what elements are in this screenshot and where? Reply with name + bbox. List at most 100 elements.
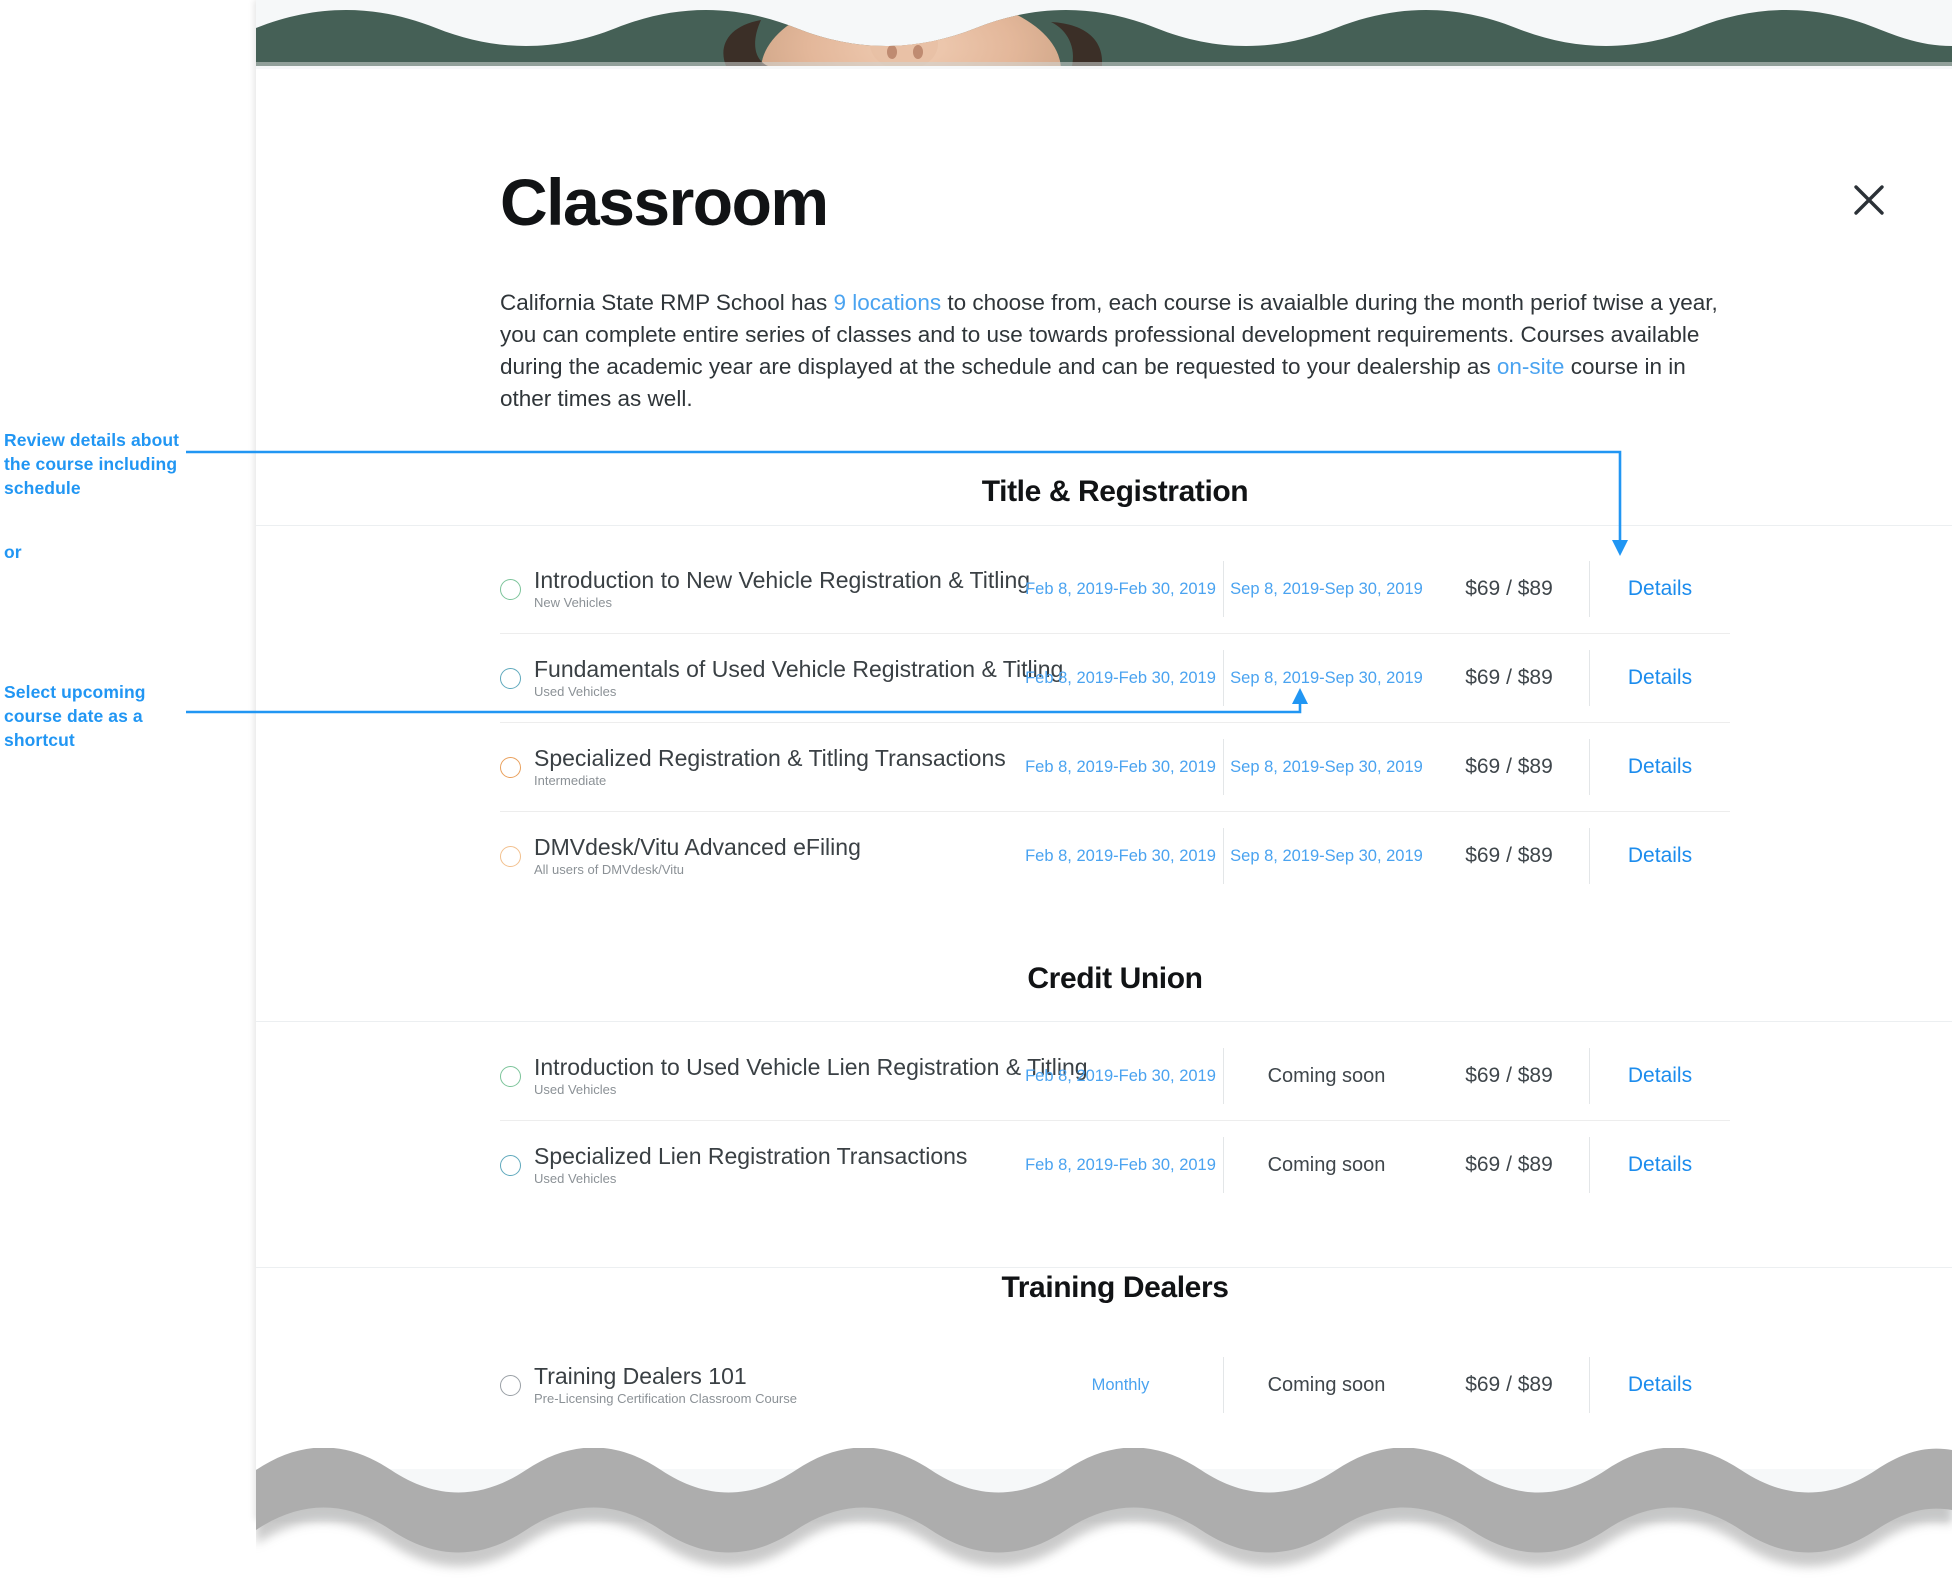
course-date-primary[interactable]: Feb 8, 2019-Feb 30, 2019: [1018, 1156, 1223, 1175]
circle-icon: [500, 1374, 521, 1396]
course-subtitle: Intermediate: [534, 772, 607, 788]
course-price: $69 / $89: [1465, 1373, 1553, 1396]
course-status-circle[interactable]: [500, 1374, 534, 1396]
table-row[interactable]: Specialized Registration & Titling Trans…: [500, 723, 1730, 812]
course-title: DMVdesk/Vitu Advanced eFiling: [534, 833, 861, 860]
details-link[interactable]: Details: [1590, 844, 1730, 868]
hero-banner: [256, 0, 1952, 66]
section-title: Title & Registration: [981, 475, 1249, 508]
course-date-secondary[interactable]: Sep 8, 2019-Sep 30, 2019: [1224, 758, 1429, 777]
course-date-primary[interactable]: Feb 8, 2019-Feb 30, 2019: [1018, 758, 1223, 777]
close-icon[interactable]: [1846, 177, 1892, 223]
section-title: Training Dealers: [1001, 1271, 1229, 1304]
course-price: $69 / $89: [1465, 1064, 1553, 1087]
browser-frame: Classroom California State RMP School ha…: [256, 0, 1952, 1567]
course-status-circle[interactable]: [500, 1065, 534, 1087]
course-price: $69 / $89: [1465, 1153, 1553, 1176]
circle-icon: [500, 578, 521, 600]
course-price: $69 / $89: [1465, 666, 1553, 689]
course-subtitle: Pre-Licensing Certification Classroom Co…: [534, 1390, 797, 1406]
course-subtitle: Used Vehicles: [534, 683, 617, 699]
section-divider: [256, 525, 1952, 526]
course-name-cell: Specialized Lien Registration Transactio…: [534, 1142, 1018, 1187]
course-status-circle[interactable]: [500, 667, 534, 689]
locations-link[interactable]: 9 locations: [834, 290, 942, 315]
course-title: Specialized Registration & Titling Trans…: [534, 744, 1006, 771]
onsite-link[interactable]: on-site: [1497, 354, 1565, 379]
course-sections: Title & Registration Introduction to New …: [500, 475, 1730, 1429]
circle-icon: [500, 1154, 521, 1176]
course-status-text: Coming soon: [1267, 1373, 1386, 1396]
details-link[interactable]: Details: [1590, 1064, 1730, 1088]
table-row[interactable]: DMVdesk/Vitu Advanced eFiling All users o…: [500, 812, 1730, 900]
table-row[interactable]: Introduction to Used Vehicle Lien Regist…: [500, 1032, 1730, 1121]
details-link[interactable]: Details: [1590, 755, 1730, 779]
course-name-cell: DMVdesk/Vitu Advanced eFiling All users o…: [534, 833, 1018, 878]
course-subtitle: Used Vehicles: [534, 1170, 617, 1186]
bottom-wave-graphic: [256, 1448, 1952, 1567]
course-name-cell: Training Dealers 101 Pre-Licensing Certif…: [534, 1362, 1018, 1407]
course-table: Introduction to New Vehicle Registration…: [500, 545, 1730, 900]
details-link[interactable]: Details: [1590, 577, 1730, 601]
course-name-cell: Specialized Registration & Titling Trans…: [534, 744, 1018, 789]
section-divider: [256, 1021, 1952, 1022]
bottom-wave-decoration: [256, 1448, 1952, 1595]
details-link[interactable]: Details: [1590, 666, 1730, 690]
course-price: $69 / $89: [1465, 577, 1553, 600]
table-row[interactable]: Training Dealers 101 Pre-Licensing Certif…: [500, 1341, 1730, 1429]
course-status-text: Coming soon: [1267, 1064, 1386, 1087]
course-section: Title & Registration Introduction to New …: [500, 475, 1730, 900]
hero-wave-graphic: [256, 10, 1952, 66]
section-divider: [256, 1267, 1952, 1268]
course-title: Fundamentals of Used Vehicle Registratio…: [534, 655, 1064, 682]
table-row[interactable]: Specialized Lien Registration Transactio…: [500, 1121, 1730, 1209]
table-row[interactable]: Introduction to New Vehicle Registration…: [500, 545, 1730, 634]
annotation-or: or: [4, 542, 22, 562]
course-price: $69 / $89: [1465, 844, 1553, 867]
course-status-circle[interactable]: [500, 578, 534, 600]
annotation-select-date: Select upcoming course date as a shortcu…: [4, 682, 146, 750]
modal-content: Classroom California State RMP School ha…: [500, 165, 1884, 1429]
intro-paragraph: California State RMP School has 9 locati…: [500, 287, 1728, 415]
course-table: Training Dealers 101 Pre-Licensing Certif…: [500, 1341, 1730, 1429]
course-subtitle: All users of DMVdesk/Vitu: [534, 861, 685, 877]
page-title: Classroom: [500, 165, 829, 239]
course-date-secondary[interactable]: Sep 8, 2019-Sep 30, 2019: [1224, 580, 1429, 599]
course-section: Credit Union Introduction to Used Vehicle…: [500, 962, 1730, 1209]
annotation-review-details: Review details about the course includin…: [4, 430, 180, 498]
course-date-primary[interactable]: Feb 8, 2019-Feb 30, 2019: [1018, 847, 1223, 866]
circle-icon: [500, 1065, 521, 1087]
close-glyph: [1854, 185, 1884, 215]
course-price: $69 / $89: [1465, 755, 1553, 778]
circle-icon: [500, 756, 521, 778]
course-status-text: Coming soon: [1267, 1153, 1386, 1176]
course-title: Introduction to Used Vehicle Lien Regist…: [534, 1053, 1088, 1080]
course-title: Specialized Lien Registration Transactio…: [534, 1142, 968, 1169]
course-date-secondary[interactable]: Sep 8, 2019-Sep 30, 2019: [1224, 847, 1429, 866]
course-status-circle[interactable]: [500, 845, 534, 867]
circle-icon: [500, 667, 521, 689]
course-table: Introduction to Used Vehicle Lien Regist…: [500, 1032, 1730, 1209]
section-title: Credit Union: [1027, 962, 1203, 995]
course-title: Training Dealers 101: [534, 1362, 747, 1389]
details-link[interactable]: Details: [1590, 1153, 1730, 1177]
course-subtitle: New Vehicles: [534, 594, 613, 610]
course-name-cell: Fundamentals of Used Vehicle Registratio…: [534, 655, 1064, 700]
course-title: Introduction to New Vehicle Registration…: [534, 566, 1031, 593]
course-date-primary[interactable]: Feb 8, 2019-Feb 30, 2019: [1018, 580, 1223, 599]
details-link[interactable]: Details: [1590, 1373, 1730, 1397]
course-status-circle[interactable]: [500, 756, 534, 778]
course-date-secondary[interactable]: Sep 8, 2019-Sep 30, 2019: [1224, 669, 1429, 688]
course-status-circle[interactable]: [500, 1154, 534, 1176]
course-date-primary[interactable]: Feb 8, 2019-Feb 30, 2019: [1018, 1067, 1223, 1086]
course-section: Training Dealers Training Dealers 101 Pre-…: [500, 1271, 1730, 1429]
course-date-primary[interactable]: Monthly: [1018, 1376, 1223, 1395]
circle-icon: [500, 845, 521, 867]
classroom-modal: Classroom California State RMP School ha…: [256, 69, 1952, 1469]
course-name-cell: Introduction to Used Vehicle Lien Regist…: [534, 1053, 1088, 1098]
table-row[interactable]: Fundamentals of Used Vehicle Registratio…: [500, 634, 1730, 723]
course-name-cell: Introduction to New Vehicle Registration…: [534, 566, 1031, 611]
course-subtitle: Used Vehicles: [534, 1081, 617, 1097]
course-date-primary[interactable]: Feb 8, 2019-Feb 30, 2019: [1018, 669, 1223, 688]
intro-part1: California State RMP School has: [500, 290, 834, 315]
